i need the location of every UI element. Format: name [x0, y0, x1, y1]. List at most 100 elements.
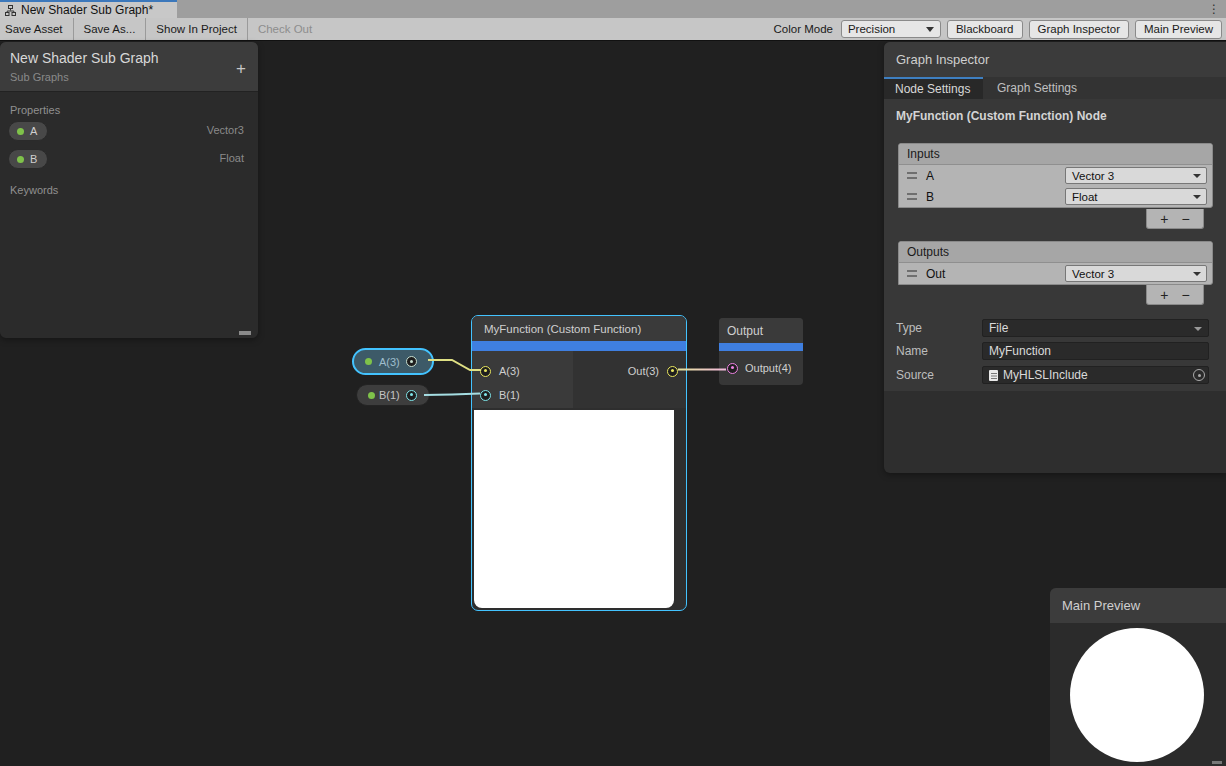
inspector-tabs: Node Settings Graph Settings — [884, 77, 1226, 99]
remove-output-button[interactable]: − — [1182, 287, 1190, 303]
window-tab-title: New Shader Sub Graph* — [21, 3, 153, 17]
file-icon — [989, 370, 998, 381]
port-out-b[interactable] — [406, 390, 417, 401]
chevron-down-icon — [1194, 327, 1202, 331]
blackboard-header[interactable]: New Shader Sub Graph Sub Graphs + — [0, 42, 258, 92]
color-mode-dropdown[interactable]: Precision — [841, 20, 941, 38]
precision-bar — [719, 343, 803, 351]
property-pill-b[interactable]: B — [8, 149, 48, 169]
port-out-icon[interactable] — [667, 366, 678, 377]
graph-inspector-title[interactable]: Graph Inspector — [884, 42, 1226, 77]
inputs-list-footer: + − — [1146, 209, 1204, 229]
add-input-button[interactable]: + — [1160, 211, 1168, 227]
window-tab[interactable]: New Shader Sub Graph* — [0, 0, 177, 18]
input-port-row-b[interactable]: B(1) — [472, 383, 573, 407]
input-ports-area: A(3) B(1) — [472, 351, 573, 408]
tab-node-settings[interactable]: Node Settings — [884, 77, 983, 99]
exposed-dot-icon — [17, 156, 24, 163]
check-out-button: Check Out — [248, 18, 322, 40]
main-preview-title[interactable]: Main Preview — [1050, 588, 1226, 623]
shader-graph-icon — [5, 5, 16, 16]
exposed-dot-icon — [17, 128, 24, 135]
chevron-down-icon — [1193, 272, 1201, 276]
property-node-b[interactable]: B(1) — [356, 384, 430, 406]
preview-sphere — [1070, 628, 1204, 762]
exposed-dot-icon — [365, 358, 372, 365]
property-type-b: Float — [220, 144, 244, 172]
exposed-dot-icon — [368, 392, 375, 399]
myfunction-node-title[interactable]: MyFunction (Custom Function) — [472, 316, 686, 341]
remove-input-button[interactable]: − — [1182, 211, 1190, 227]
input-port-row-a[interactable]: A(3) — [472, 359, 573, 383]
properties-section-label: Properties — [0, 104, 258, 116]
property-row-b[interactable]: B Float — [0, 144, 258, 172]
add-property-button[interactable]: + — [236, 60, 246, 77]
graph-inspector-panel: Graph Inspector Node Settings Graph Sett… — [884, 42, 1226, 473]
drag-handle-icon[interactable] — [907, 172, 917, 179]
source-object-field[interactable]: MyHLSLInclude — [982, 366, 1209, 384]
blackboard-title: New Shader Sub Graph — [10, 50, 248, 66]
object-picker-icon[interactable] — [1193, 369, 1205, 381]
graph-inspector-toggle-button[interactable]: Graph Inspector — [1029, 20, 1129, 39]
outputs-list-footer: + − — [1146, 285, 1204, 305]
output-port-row[interactable]: Output(4) — [719, 351, 803, 385]
show-in-project-button[interactable]: Show In Project — [146, 18, 247, 40]
inputs-list-header: Inputs — [899, 144, 1212, 165]
output-port-row-out[interactable]: Out(3) — [573, 359, 686, 383]
input-b-type-dropdown[interactable]: Float — [1065, 188, 1207, 205]
blackboard-subtitle: Sub Graphs — [10, 71, 248, 83]
outputs-list-header: Outputs — [899, 242, 1212, 263]
outputs-row-out[interactable]: Out Vector 3 — [899, 263, 1212, 284]
chevron-down-icon — [1193, 174, 1201, 178]
node-preview — [474, 410, 674, 608]
toolbar: Save Asset Save As... Show In Project Ch… — [0, 18, 1226, 41]
myfunction-node[interactable]: MyFunction (Custom Function) A(3) B(1) O… — [471, 315, 687, 611]
port-in-b-icon[interactable] — [480, 390, 491, 401]
output-node-title[interactable]: Output — [719, 318, 803, 343]
property-type-a: Vector3 — [207, 116, 244, 144]
main-preview-toggle-button[interactable]: Main Preview — [1135, 20, 1222, 39]
add-output-button[interactable]: + — [1160, 287, 1168, 303]
type-label: Type — [896, 321, 922, 335]
property-row-a[interactable]: A Vector3 — [0, 116, 258, 144]
drag-handle-icon[interactable] — [907, 270, 917, 277]
input-a-type-dropdown[interactable]: Vector 3 — [1065, 167, 1207, 184]
inputs-row-b[interactable]: B Float — [899, 186, 1212, 207]
source-label: Source — [896, 368, 934, 382]
source-field-row: Source MyHLSLInclude — [896, 366, 1214, 384]
node-settings-content: MyFunction (Custom Function) Node Inputs… — [884, 99, 1226, 391]
save-asset-button[interactable]: Save Asset — [0, 18, 73, 40]
graph-canvas[interactable]: New Shader Sub Graph Sub Graphs + Proper… — [0, 41, 1226, 766]
window-tab-strip: New Shader Sub Graph* ⋮ — [0, 0, 1226, 18]
port-in-a-icon[interactable] — [480, 366, 491, 377]
outputs-list: Outputs Out Vector 3 — [898, 241, 1213, 285]
name-label: Name — [896, 344, 928, 358]
color-mode-label: Color Mode — [774, 23, 833, 35]
main-preview-resize-handle[interactable] — [1212, 761, 1222, 764]
chevron-down-icon — [1193, 195, 1201, 199]
blackboard-panel: New Shader Sub Graph Sub Graphs + Proper… — [0, 42, 258, 338]
port-out-a[interactable] — [406, 356, 417, 367]
output-out-type-dropdown[interactable]: Vector 3 — [1065, 265, 1207, 282]
node-settings-heading: MyFunction (Custom Function) Node — [896, 109, 1107, 123]
precision-bar — [472, 341, 686, 351]
keywords-section-label: Keywords — [0, 184, 258, 196]
port-output4-icon[interactable] — [727, 363, 738, 374]
property-pill-a[interactable]: A — [8, 121, 48, 141]
type-dropdown[interactable]: File — [982, 319, 1209, 337]
type-field-row: Type File — [896, 319, 1214, 337]
window-menu-icon[interactable]: ⋮ — [1208, 1, 1220, 17]
inputs-list: Inputs A Vector 3 B Float — [898, 143, 1213, 208]
output-node[interactable]: Output Output(4) — [719, 318, 803, 385]
blackboard-resize-handle[interactable] — [239, 331, 251, 335]
property-node-a[interactable]: A(3) — [352, 348, 434, 375]
main-preview-panel: Main Preview — [1050, 588, 1226, 766]
output-ports-area: Out(3) — [573, 351, 686, 408]
drag-handle-icon[interactable] — [907, 193, 917, 200]
save-as-button[interactable]: Save As... — [74, 18, 146, 40]
name-input[interactable]: MyFunction — [982, 342, 1209, 360]
blackboard-toggle-button[interactable]: Blackboard — [947, 20, 1023, 39]
tab-graph-settings[interactable]: Graph Settings — [983, 77, 1091, 99]
inputs-row-a[interactable]: A Vector 3 — [899, 165, 1212, 186]
chevron-down-icon — [926, 27, 934, 32]
